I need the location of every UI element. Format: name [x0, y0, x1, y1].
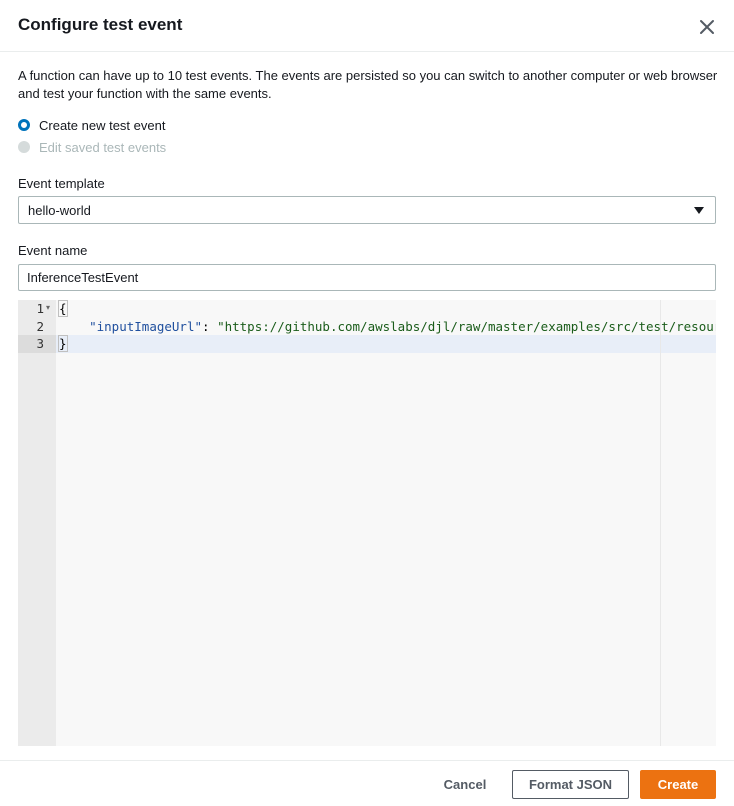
event-template-select[interactable]: hello-world	[18, 196, 716, 224]
json-code-editor[interactable]: 1 ▾ 2 3 { "inputImageUrl": "https://gith…	[18, 300, 716, 746]
active-line-highlight	[56, 335, 716, 353]
line-number: 1	[36, 301, 44, 316]
radio-create-new-test-event[interactable]: Create new test event	[18, 116, 165, 134]
open-brace: {	[58, 300, 68, 317]
line-number: 3	[36, 336, 44, 351]
close-button[interactable]	[694, 14, 720, 40]
configure-test-event-dialog: Configure test event A function can have…	[0, 0, 734, 806]
fold-arrow-icon[interactable]: ▾	[46, 303, 50, 312]
event-template-label: Event template	[18, 176, 105, 191]
json-separator: :	[202, 319, 218, 334]
create-button[interactable]: Create	[640, 770, 716, 799]
dialog-header: Configure test event	[0, 0, 734, 52]
dialog-description: A function can have up to 10 test events…	[18, 68, 718, 101]
dialog-title: Configure test event	[18, 15, 183, 34]
radio-edit-saved-test-events: Edit saved test events	[18, 138, 166, 156]
code-line-2: "inputImageUrl": "https://github.com/aws…	[59, 318, 716, 336]
radio-label-create-new: Create new test event	[39, 117, 166, 133]
event-name-input[interactable]	[18, 264, 716, 291]
code-line-1: {	[58, 300, 68, 318]
event-name-label: Event name	[18, 243, 88, 258]
event-template-value: hello-world	[28, 203, 91, 218]
print-margin	[660, 300, 661, 746]
json-key: "inputImageUrl"	[89, 319, 202, 334]
close-icon	[700, 20, 714, 34]
format-json-button[interactable]: Format JSON	[512, 770, 629, 799]
caret-down-icon	[694, 207, 704, 214]
radio-disabled-icon	[18, 141, 30, 153]
radio-label-edit-saved: Edit saved test events	[39, 139, 167, 155]
dialog-footer: Cancel Format JSON Create	[0, 760, 734, 806]
json-string-value: "https://github.com/awslabs/djl/raw/mast…	[217, 319, 716, 334]
editor-gutter: 1 ▾ 2 3	[18, 300, 56, 746]
close-brace: }	[58, 335, 68, 352]
code-line-3: }	[58, 335, 68, 353]
radio-checked-icon[interactable]	[18, 119, 30, 131]
line-number: 2	[36, 319, 44, 334]
cancel-button[interactable]: Cancel	[436, 770, 494, 799]
